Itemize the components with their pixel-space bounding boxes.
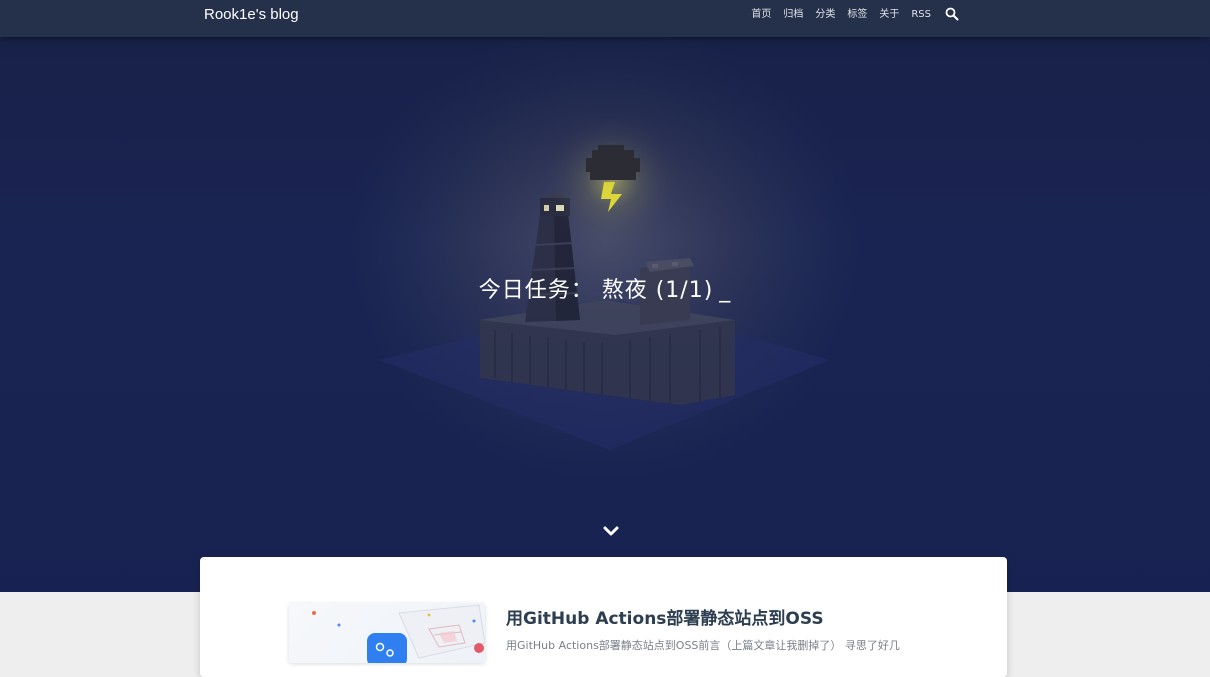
nav-item-rss[interactable]: RSS [911,8,931,21]
site-brand[interactable]: Rook1e's blog [204,6,299,24]
nav-item-about[interactable]: 关于 [879,8,899,21]
nav-item-home[interactable]: 首页 [751,8,771,21]
post-card: 用GitHub Actions部署静态站点到OSS 用GitHub Action… [200,557,1007,677]
nav-menu: 首页 归档 分类 标签 关于 RSS [739,7,959,21]
search-icon[interactable] [945,7,959,21]
headline-text: 今日任务： 熬夜 (1/1) [478,278,714,303]
nav-item-categories[interactable]: 分类 [815,8,835,21]
hero-headline: 今日任务： 熬夜 (1/1) _ [0,277,1210,305]
chevron-down-icon[interactable] [602,525,620,537]
post-thumbnail[interactable] [289,603,485,663]
post-title[interactable]: 用GitHub Actions部署静态站点到OSS [506,608,824,630]
typing-cursor: _ [719,278,732,303]
nav-item-tags[interactable]: 标签 [847,8,867,21]
nav-item-archive[interactable]: 归档 [783,8,803,21]
hero-banner: 今日任务： 熬夜 (1/1) _ [0,0,1210,592]
top-navbar: Rook1e's blog 首页 归档 分类 标签 关于 RSS [0,0,1210,37]
thumbnail-illustration [312,604,485,663]
post-excerpt: 用GitHub Actions部署静态站点到OSS前言（上篇文章让我删掉了） 寻… [506,639,900,652]
